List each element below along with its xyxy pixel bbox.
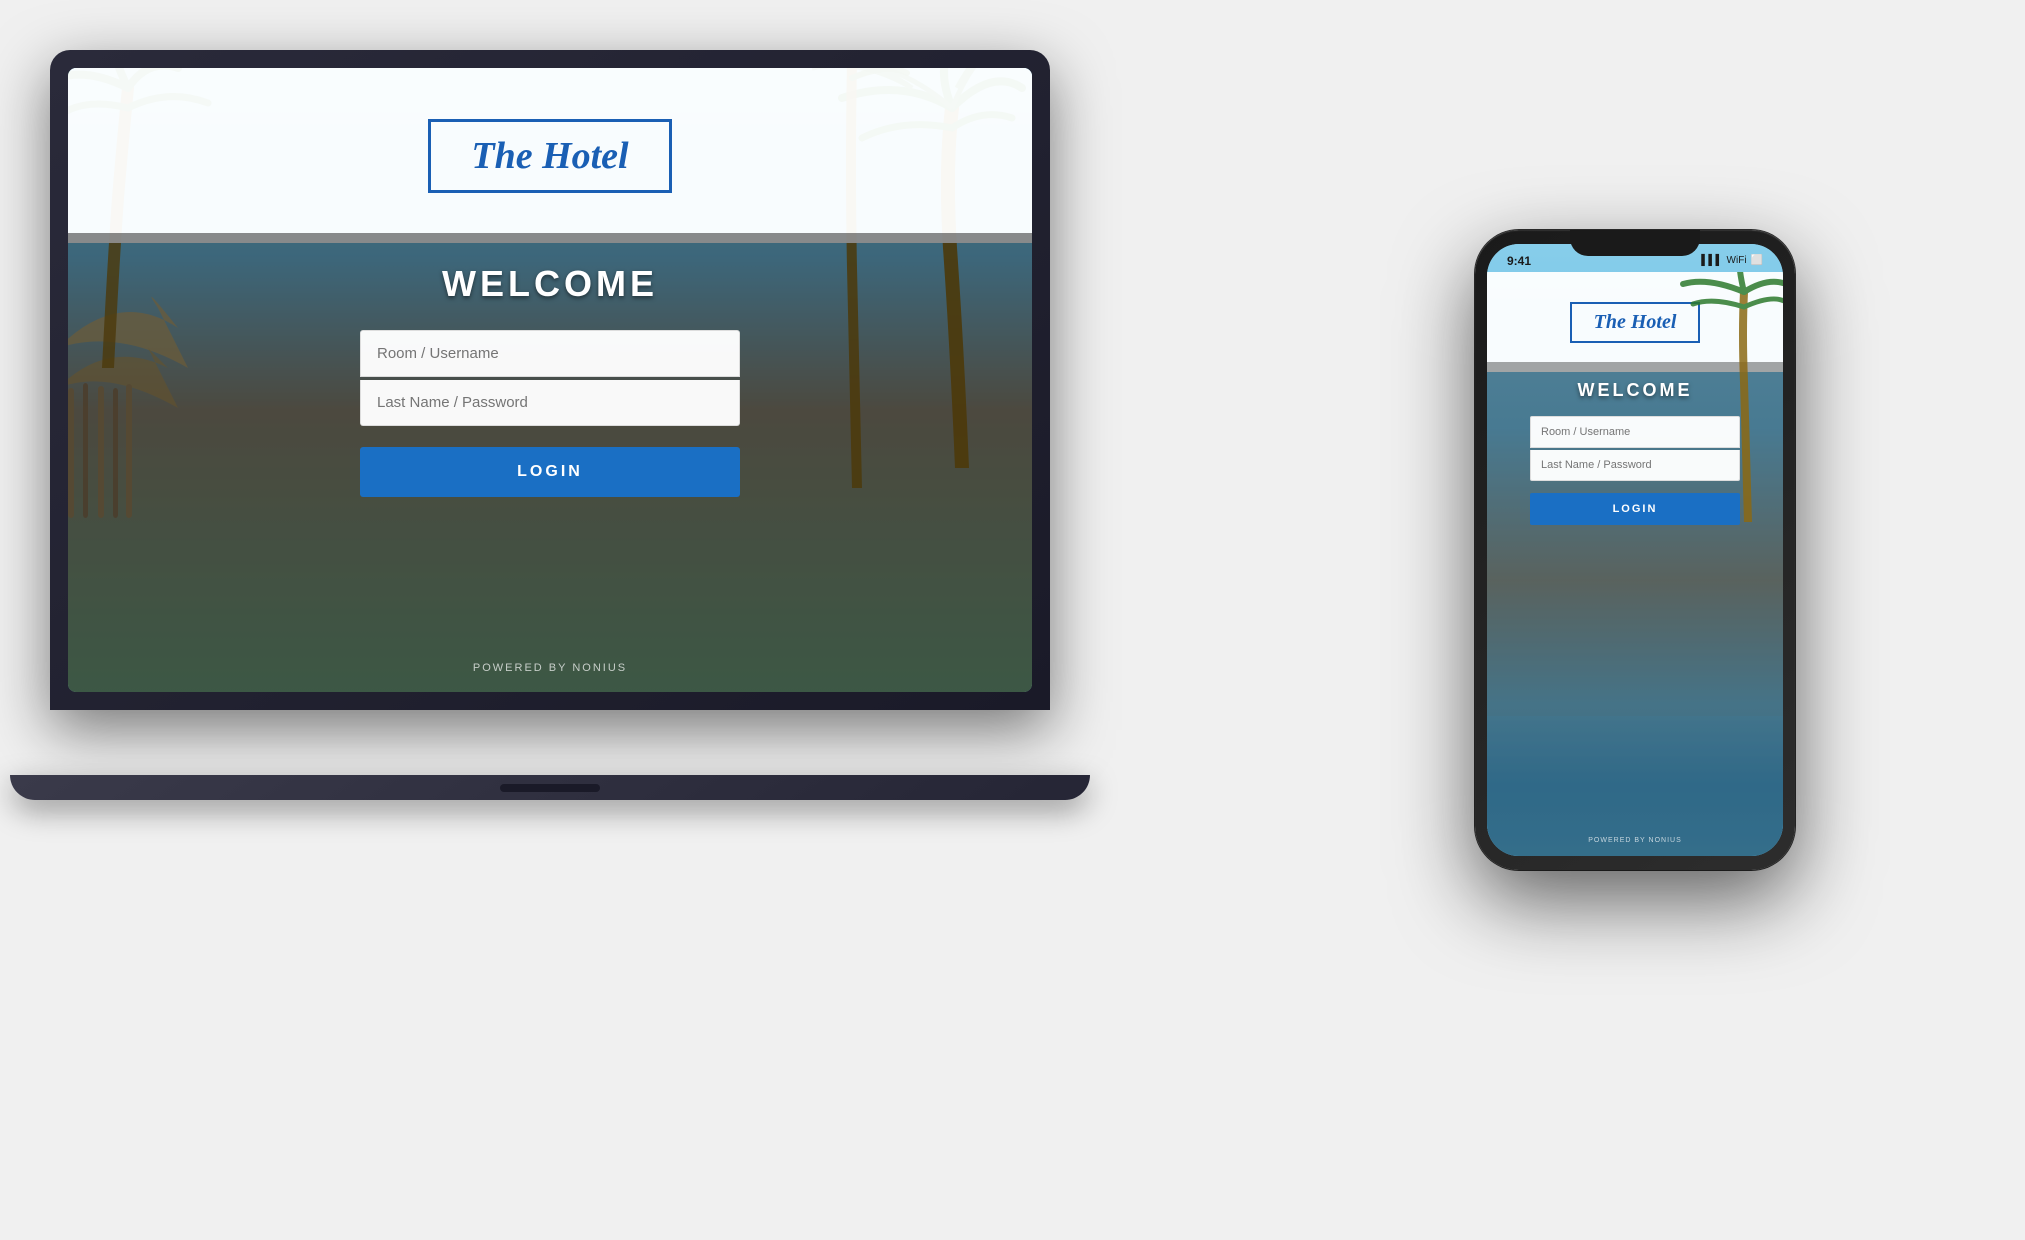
phone-body: 9:41 ▌▌▌ WiFi ⬜ — [1475, 230, 1795, 870]
laptop-body: The Hotel WELCOME LOGIN POWERED BY NONIU… — [50, 50, 1050, 710]
phone-notch — [1570, 230, 1700, 256]
laptop-password-input[interactable] — [360, 380, 740, 426]
laptop-screen: The Hotel WELCOME LOGIN POWERED BY NONIU… — [68, 68, 1032, 692]
signal-icon: ▌▌▌ — [1701, 255, 1722, 266]
laptop-login-form: LOGIN — [360, 330, 740, 497]
phone-status-icons: ▌▌▌ WiFi ⬜ — [1701, 255, 1763, 266]
wifi-icon: WiFi — [1727, 255, 1747, 266]
phone-device: 9:41 ▌▌▌ WiFi ⬜ — [1475, 230, 1795, 870]
laptop-login-button[interactable]: LOGIN — [360, 447, 740, 497]
laptop-hotel-logo: The Hotel — [428, 119, 671, 193]
laptop-device: The Hotel WELCOME LOGIN POWERED BY NONIU… — [50, 50, 1100, 800]
phone-time: 9:41 — [1507, 254, 1531, 268]
laptop-hotel-name: The Hotel — [471, 134, 628, 178]
laptop-base — [10, 775, 1090, 800]
laptop-login-panel: WELCOME LOGIN POWERED BY NONIUS — [68, 233, 1032, 692]
phone-screen: 9:41 ▌▌▌ WiFi ⬜ — [1487, 244, 1783, 856]
phone-powered-by: POWERED BY NONIUS — [1588, 837, 1682, 844]
laptop-room-input[interactable] — [360, 330, 740, 377]
laptop-welcome-title: WELCOME — [442, 263, 658, 305]
laptop-powered-by: POWERED BY NONIUS — [473, 662, 627, 674]
scene: The Hotel WELCOME LOGIN POWERED BY NONIU… — [0, 0, 2025, 1240]
laptop-header: The Hotel — [68, 68, 1032, 243]
battery-icon: ⬜ — [1751, 255, 1763, 266]
phone-hotel-name: The Hotel — [1594, 311, 1677, 334]
